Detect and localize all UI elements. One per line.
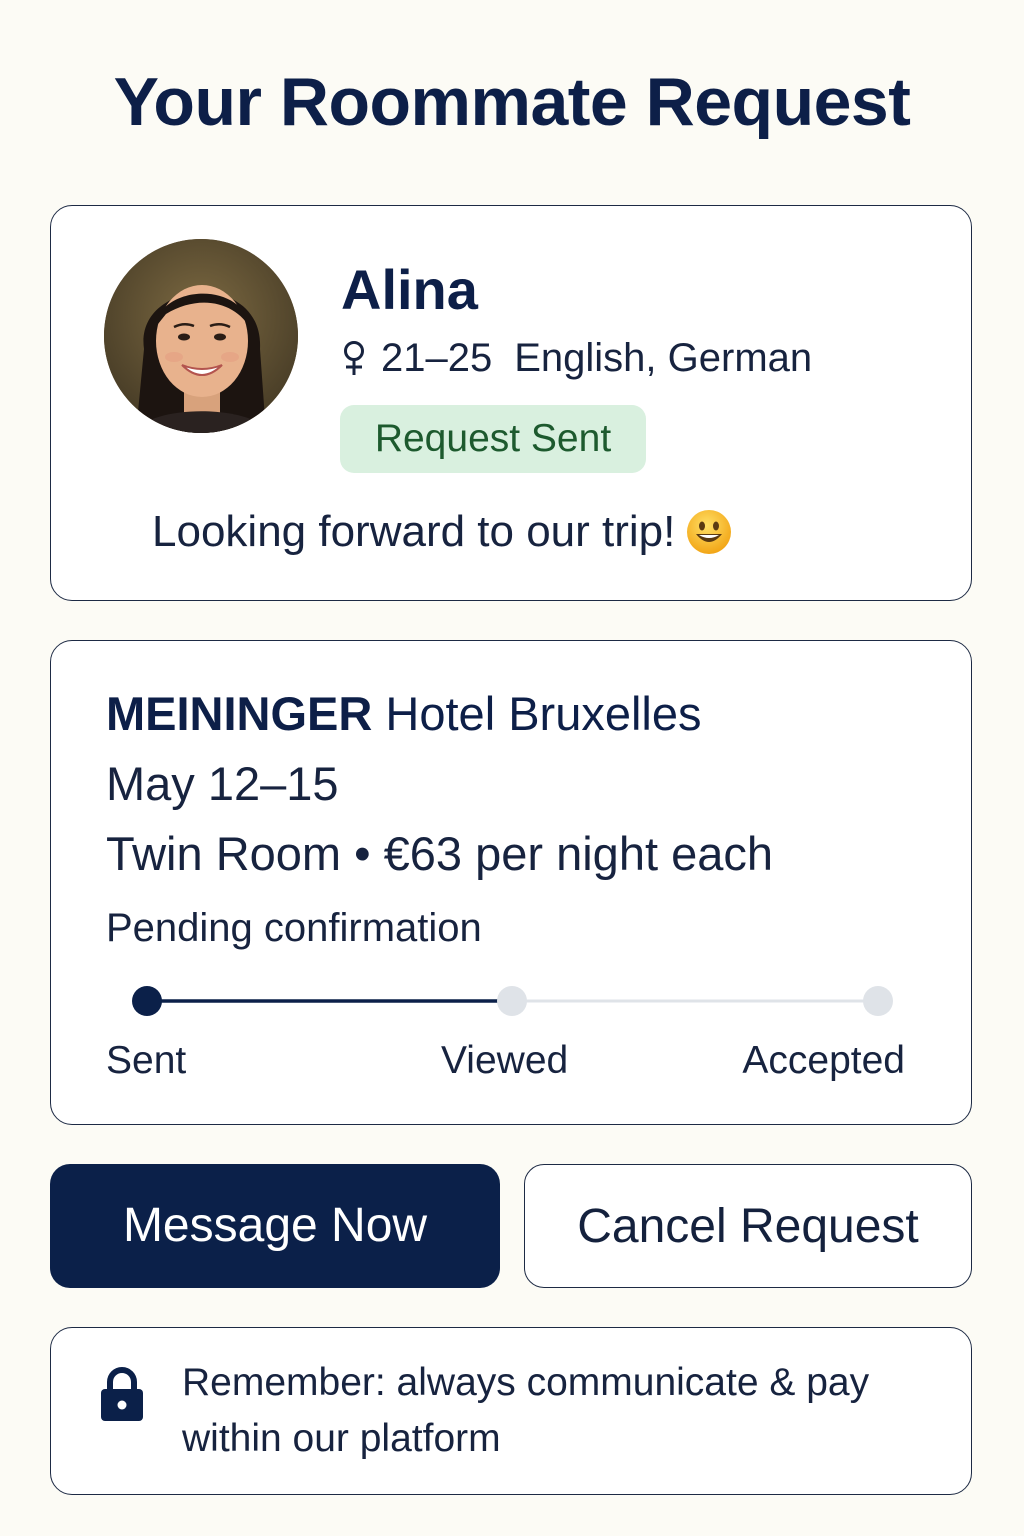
hotel-name: MEININGER Hotel Bruxelles [106, 685, 702, 743]
profile-meta: 21–25 English, German [341, 333, 812, 383]
booking-details-card: MEININGER Hotel Bruxelles May 12–15 Twin… [50, 640, 972, 1125]
profile-name: Alina [341, 258, 478, 321]
step-label-accepted: Accepted [742, 1039, 905, 1082]
notice-text: Remember: always communicate & pay withi… [182, 1361, 870, 1460]
page-title: Your Roommate Request [113, 64, 911, 140]
smiling-face-icon [687, 510, 732, 554]
profile-message: Looking forward to our trip! [152, 504, 733, 560]
lock-icon [101, 1367, 143, 1421]
progress-tracker [132, 986, 893, 1016]
step-dot-accepted [863, 986, 893, 1016]
avatar [104, 239, 298, 433]
roommate-profile-card: Alina 21–25 English, German Request Sent… [50, 205, 972, 601]
hotel-brand: MEININGER [106, 687, 373, 740]
hotel-location-name: Hotel Bruxelles [385, 687, 702, 740]
status-badge: Request Sent [340, 405, 646, 473]
cancel-request-button[interactable]: Cancel Request [524, 1164, 972, 1288]
age-range: 21–25 [381, 336, 493, 380]
step-label-viewed: Viewed [441, 1039, 569, 1082]
message-text: Looking forward to our trip! [152, 507, 676, 556]
languages: English, German [514, 336, 813, 380]
step-label-sent: Sent [106, 1039, 187, 1082]
booking-status: Pending confirmation [106, 906, 482, 950]
platform-notice: Remember: always communicate & pay withi… [50, 1327, 972, 1495]
room-price: Twin Room • €63 per night each [106, 827, 773, 880]
booking-dates: May 12–15 [106, 757, 339, 810]
step-dot-sent [132, 986, 162, 1016]
step-dot-viewed [497, 986, 527, 1016]
message-now-button[interactable]: Message Now [50, 1164, 500, 1288]
female-icon [344, 341, 364, 375]
